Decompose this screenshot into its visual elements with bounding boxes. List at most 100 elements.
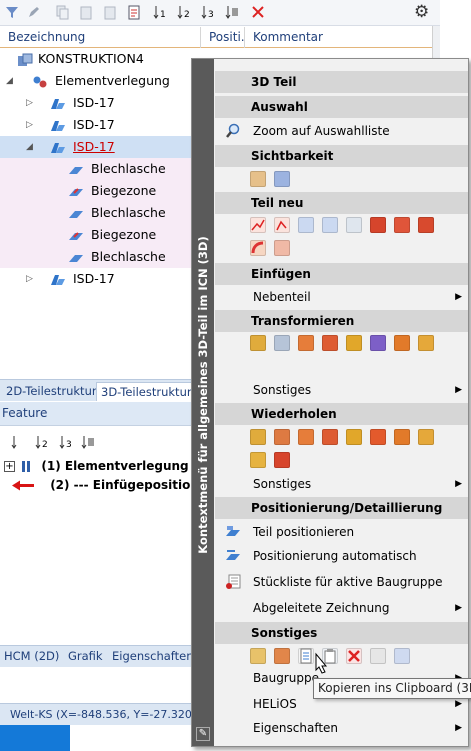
submenu-arrow-icon: ▶	[455, 385, 462, 395]
new-block-icon[interactable]	[394, 217, 410, 233]
scale-icon[interactable]	[346, 335, 362, 351]
clipboard-icon[interactable]	[102, 4, 118, 20]
expand-icon[interactable]: ▷	[26, 114, 33, 136]
sort-level-3-icon[interactable]: 3	[200, 4, 216, 20]
repeat-mirror-icon[interactable]	[322, 429, 338, 445]
new-profile-icon[interactable]	[418, 217, 434, 233]
section-auswahl: Auswahl	[215, 96, 468, 118]
remove-filter-icon[interactable]	[250, 4, 266, 20]
tab-3d-structure[interactable]: 3D-Teilestruktur	[96, 382, 197, 401]
translate-icon[interactable]	[274, 335, 290, 351]
hide-icon[interactable]	[250, 171, 266, 187]
expand-icon[interactable]: ▷	[26, 268, 33, 290]
sort-all-icon[interactable]	[80, 434, 96, 450]
settings-part-icon[interactable]	[274, 648, 290, 664]
menu-item-positionierung-auto[interactable]: Positionierung automatisch	[215, 544, 468, 568]
show-icon[interactable]	[274, 171, 290, 187]
repeat-rotate-icon[interactable]	[298, 429, 314, 445]
column-kommentar[interactable]: Kommentar	[245, 27, 432, 48]
submenu-arrow-icon: ▶	[455, 603, 462, 613]
sort-all-icon[interactable]	[224, 4, 240, 20]
new-solid-icon[interactable]	[370, 217, 386, 233]
repeat-align-icon[interactable]	[370, 429, 386, 445]
menu-item-sonstiges-repeat[interactable]: Sonstiges ▶	[215, 472, 468, 496]
tab-hcm-2d[interactable]: HCM (2D)	[4, 649, 59, 663]
context-menu-title: Kontextmenü für allgemeines 3D-Teil im I…	[196, 236, 210, 554]
repeat-scale-icon[interactable]	[346, 429, 362, 445]
menu-item-abgeleitete-zeichnung[interactable]: Abgeleitete Zeichnung ▶	[215, 596, 468, 620]
expand-icon[interactable]: +	[4, 461, 15, 472]
column-position[interactable]: Positi...	[201, 27, 245, 48]
copy-icon[interactable]	[54, 4, 70, 20]
collapse-icon[interactable]: ◢	[6, 70, 13, 92]
new-part-icon[interactable]	[298, 217, 314, 233]
feature-row[interactable]: + (1) Elementverlegung	[4, 457, 189, 475]
filter-icon[interactable]	[4, 4, 20, 20]
lock-icon[interactable]	[370, 648, 386, 664]
paste-icon[interactable]	[78, 4, 94, 20]
section-einfuegen: Einfügen	[215, 263, 468, 285]
sheet-lug-icon	[68, 206, 84, 220]
sort-level-1-icon[interactable]: 1	[152, 4, 168, 20]
section-wiederholen: Wiederholen	[215, 403, 468, 425]
repeat-move-icon[interactable]	[250, 429, 266, 445]
menu-item-teil-positionieren[interactable]: Teil positionieren	[215, 520, 468, 544]
collapse-icon[interactable]: ◢	[26, 136, 33, 158]
tooltip: Kopieren ins Clipboard (3D)	[313, 678, 471, 699]
menu-item-label: Zoom auf Auswahlliste	[253, 124, 390, 138]
move-icon[interactable]	[250, 335, 266, 351]
menu-item-label: Stückliste für aktive Baugruppe	[253, 575, 443, 589]
repeat-3d-icon[interactable]	[394, 429, 410, 445]
sketch-icon[interactable]	[250, 217, 266, 233]
section-transformieren: Transformieren	[215, 310, 468, 332]
coordinate-system-label: Welt-KS	[10, 708, 53, 721]
tab-2d-structure[interactable]: 2D-Teilestruktur	[2, 382, 101, 401]
submenu-arrow-icon: ▶	[455, 723, 462, 733]
properties-part-icon[interactable]	[250, 648, 266, 664]
new-sheet-icon[interactable]	[346, 217, 362, 233]
main-toolbar: 1 2 3 ⚙	[0, 0, 440, 26]
sort-level-2-icon[interactable]: 2	[34, 434, 50, 450]
sort-level-3-icon[interactable]: 3	[58, 434, 74, 450]
menu-item-zoom[interactable]: Zoom auf Auswahlliste	[215, 119, 468, 143]
align-icon[interactable]	[370, 335, 386, 351]
repeat-pattern-icon[interactable]	[250, 452, 266, 468]
tree-header: Bezeichnung Positi... Kommentar	[0, 27, 432, 48]
info-icon[interactable]	[394, 648, 410, 664]
menu-item-label: Sonstiges	[253, 477, 312, 491]
menu-item-nebenteil[interactable]: Nebenteil ▶	[215, 285, 468, 309]
pencil-icon[interactable]: ✎	[196, 727, 210, 741]
section-sonstiges: Sonstiges	[215, 622, 468, 644]
tree-row-label: Biegezone	[91, 183, 157, 198]
sort-level-2-icon[interactable]: 2	[176, 4, 192, 20]
gear-part-icon[interactable]	[274, 240, 290, 256]
tree-row-label: Blechlasche	[91, 249, 166, 264]
document-icon[interactable]	[126, 4, 142, 20]
section-teil-neu: Teil neu	[215, 192, 468, 214]
menu-item-stueckliste[interactable]: Stückliste für aktive Baugruppe	[215, 570, 468, 594]
rotate-icon[interactable]	[298, 335, 314, 351]
new-assembly-icon[interactable]	[322, 217, 338, 233]
tab-grafik[interactable]: Grafik	[68, 649, 103, 663]
part-icon	[50, 96, 66, 110]
pipe-icon[interactable]	[250, 240, 266, 256]
menu-item-eigenschaften[interactable]: Eigenschaften ▶	[215, 716, 468, 740]
delete-icon[interactable]	[346, 648, 362, 664]
menu-item-sonstiges-transform[interactable]: Sonstiges ▶	[215, 378, 468, 402]
repeat-chain-icon[interactable]	[274, 452, 290, 468]
feature-row[interactable]: (2) --- Einfügeposition ---	[10, 476, 218, 494]
mirror-icon[interactable]	[322, 335, 338, 351]
transform-multi-icon[interactable]	[418, 335, 434, 351]
sketch-branch-icon[interactable]	[274, 217, 290, 233]
edit-icon[interactable]	[26, 4, 42, 20]
transform-3d-icon[interactable]	[394, 335, 410, 351]
sort-level-1-icon[interactable]	[10, 434, 26, 450]
repeat-translate-icon[interactable]	[274, 429, 290, 445]
tab-eigenschaften[interactable]: Eigenschaften	[112, 649, 194, 663]
expand-icon[interactable]: ▷	[26, 92, 33, 114]
part-icon	[50, 118, 66, 132]
menu-item-label: Positionierung automatisch	[253, 549, 417, 563]
column-bezeichnung[interactable]: Bezeichnung	[0, 27, 201, 48]
gear-icon[interactable]: ⚙	[414, 2, 429, 22]
repeat-multi-icon[interactable]	[418, 429, 434, 445]
